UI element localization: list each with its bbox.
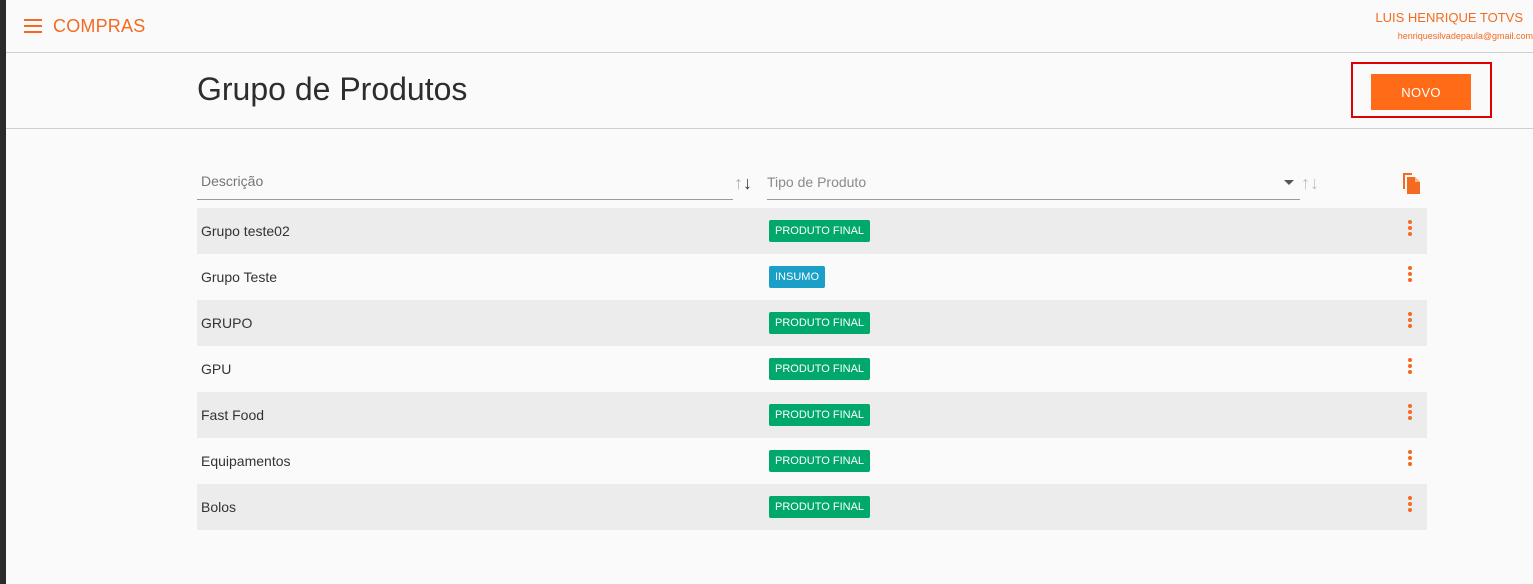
row-name: Fast Food — [201, 407, 265, 423]
row-name: GRUPO — [201, 315, 253, 331]
app-title: COMPRAS — [53, 16, 146, 36]
table-row[interactable]: Bolos PRODUTO FINAL — [197, 484, 1427, 530]
top-app-bar: COMPRAS LUIS HENRIQUE TOTVS henriquesilv… — [6, 0, 1533, 53]
row-name: Equipamentos — [201, 453, 291, 469]
table-row[interactable]: Fast Food PRODUTO FINAL — [197, 392, 1427, 438]
more-options-icon[interactable] — [1404, 450, 1416, 470]
product-type-badge: PRODUTO FINAL — [769, 496, 871, 518]
page-title: Grupo de Produtos — [197, 71, 468, 107]
product-group-table: Grupo teste02 PRODUTO FINAL Grupo Teste … — [197, 208, 1427, 530]
dropdown-caret-icon — [1284, 180, 1294, 185]
product-type-select[interactable]: Tipo de Produto — [767, 168, 1300, 200]
more-options-icon[interactable] — [1404, 404, 1416, 424]
row-name: Grupo Teste — [201, 269, 278, 285]
table-row[interactable]: GRUPO PRODUTO FINAL — [197, 300, 1427, 346]
more-options-icon[interactable] — [1404, 266, 1416, 286]
table-row[interactable]: Grupo Teste INSUMO — [197, 254, 1427, 300]
copy-icon[interactable] — [1400, 171, 1422, 195]
product-type-badge: PRODUTO FINAL — [769, 358, 871, 380]
more-options-icon[interactable] — [1404, 358, 1416, 378]
filter-bar: ↑↓ Tipo de Produto ↑↓ — [197, 168, 1427, 200]
more-options-icon[interactable] — [1404, 220, 1416, 240]
product-type-badge: PRODUTO FINAL — [769, 220, 871, 242]
product-type-badge: PRODUTO FINAL — [769, 312, 871, 334]
product-type-badge: PRODUTO FINAL — [769, 450, 871, 472]
product-type-badge: PRODUTO FINAL — [769, 404, 871, 426]
row-name: GPU — [201, 361, 232, 377]
hamburger-menu-icon[interactable] — [24, 19, 42, 33]
sort-product-type-icon[interactable]: ↑↓ — [1301, 174, 1319, 192]
more-options-icon[interactable] — [1404, 496, 1416, 516]
more-options-icon[interactable] — [1404, 312, 1416, 332]
description-filter-input[interactable] — [197, 168, 725, 194]
product-type-select-placeholder: Tipo de Produto — [767, 174, 867, 190]
page-header: Grupo de Produtos NOVO — [6, 53, 1533, 129]
row-name: Grupo teste02 — [201, 223, 290, 239]
product-type-badge: INSUMO — [769, 266, 825, 288]
new-button[interactable]: NOVO — [1371, 74, 1471, 110]
table-row[interactable]: Grupo teste02 PRODUTO FINAL — [197, 208, 1427, 254]
table-row[interactable]: GPU PRODUTO FINAL — [197, 346, 1427, 392]
user-email: henriquesilvadepaula@gmail.com — [1397, 31, 1533, 41]
sort-description-icon[interactable]: ↑↓ — [734, 174, 752, 192]
table-row[interactable]: Equipamentos PRODUTO FINAL — [197, 438, 1427, 484]
user-name[interactable]: LUIS HENRIQUE TOTVS — [1375, 10, 1523, 25]
row-name: Bolos — [201, 499, 237, 515]
description-filter — [197, 168, 733, 200]
